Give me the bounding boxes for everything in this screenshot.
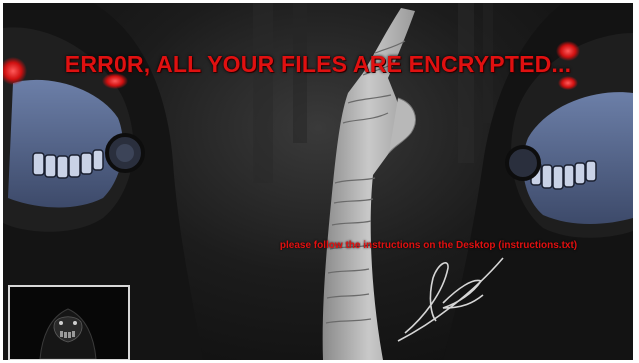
ransomware-wallpaper: ERR0R, ALL YOUR FILES ARE ENCRYPTED... p… [3, 3, 633, 360]
right-figure-eye-icon [558, 76, 578, 90]
preview-thumbnail [8, 285, 130, 360]
screenshot-frame: ERR0R, ALL YOUR FILES ARE ENCRYPTED... p… [0, 0, 639, 363]
ransom-headline: ERR0R, ALL YOUR FILES ARE ENCRYPTED... [64, 51, 572, 77]
ransom-instructions: please follow the instructions on the De… [279, 240, 578, 251]
thumbnail-figure-icon [10, 287, 128, 359]
